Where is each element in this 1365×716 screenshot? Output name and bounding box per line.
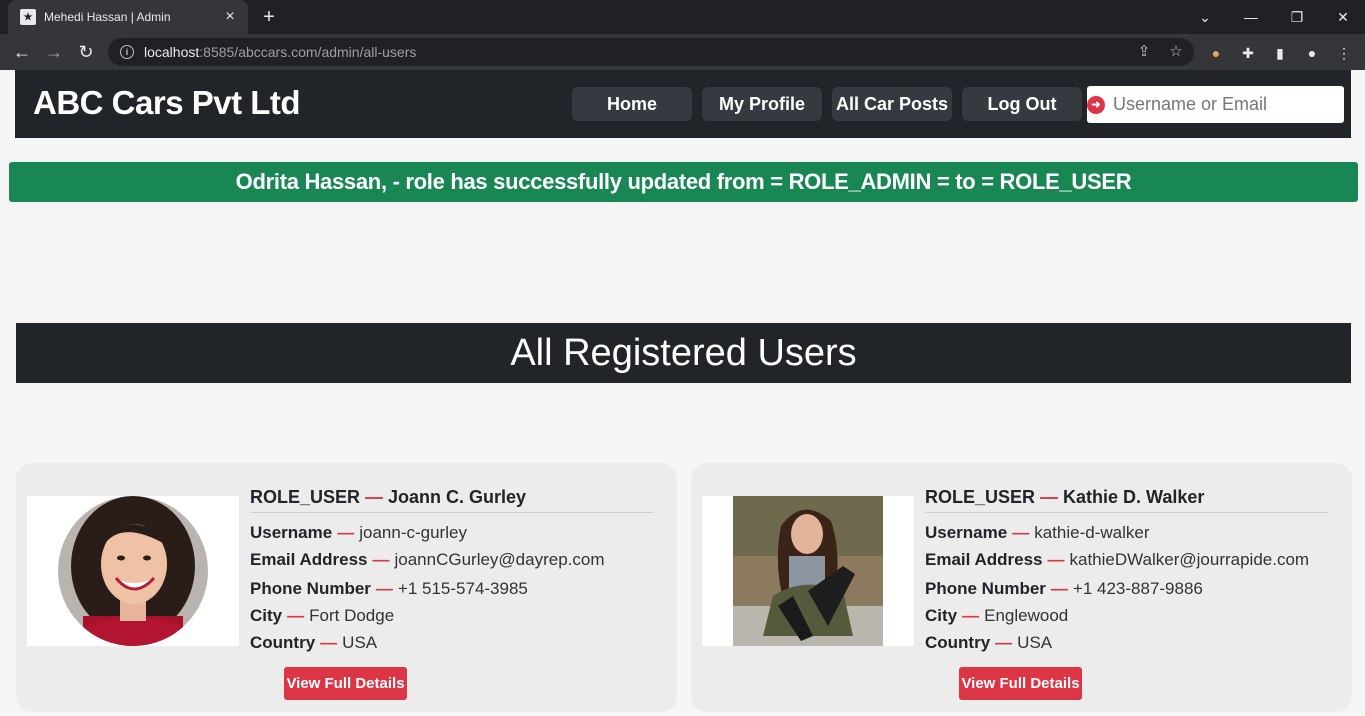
extensions-puzzle-icon[interactable]: ✚ <box>1238 44 1258 62</box>
window-close-icon[interactable]: ✕ <box>1320 0 1365 34</box>
nav-my-profile-button[interactable]: My Profile <box>702 87 822 121</box>
user-name: Kathie D. Walker <box>1063 487 1205 507</box>
address-bar[interactable]: i localhost:8585/abccars.com/admin/all-u… <box>108 38 1194 66</box>
separator-dash: — <box>337 523 355 542</box>
city-label: City <box>925 606 958 625</box>
separator-dash: — <box>1047 550 1065 569</box>
view-full-details-button[interactable]: View Full Details <box>284 667 407 700</box>
email-label: Email Address <box>250 550 368 569</box>
separator-dash: — <box>995 633 1013 652</box>
username-value: kathie-d-walker <box>1034 523 1150 542</box>
profile-avatar-icon[interactable]: ● <box>1302 44 1322 62</box>
search-box: ➜ <box>1087 86 1345 123</box>
back-icon[interactable]: ← <box>10 40 34 64</box>
nav-home-button[interactable]: Home <box>572 87 692 121</box>
separator-dash: — <box>1012 523 1030 542</box>
browser-tab-bar: ★ Mehedi Hassan | Admin × + ⌄ — ❐ ✕ <box>0 0 1365 34</box>
user-card: ROLE_USER — Joann C. Gurley Username — joann… <box>16 463 677 712</box>
separator-dash: — <box>962 606 980 625</box>
nav-all-car-posts-button[interactable]: All Car Posts <box>832 87 952 121</box>
site-favicon-icon: ★ <box>20 9 36 25</box>
user-info: ROLE_USER — Joann C. Gurley Username — joann… <box>250 483 654 653</box>
user-role: ROLE_USER <box>925 487 1036 507</box>
user-photo <box>58 496 208 646</box>
separator-dash: — <box>375 579 393 598</box>
phone-value: +1 423-887-9886 <box>1072 579 1203 598</box>
city-row: City — Fort Dodge <box>250 606 654 626</box>
country-label: Country <box>250 633 316 652</box>
user-name: Joann C. Gurley <box>388 487 527 507</box>
country-value: USA <box>1017 633 1053 652</box>
email-row: Email Address — joannCGurley@dayrep.com <box>250 550 654 570</box>
separator-dash: — <box>287 606 305 625</box>
username-row: Username — joann-c-gurley <box>250 523 654 543</box>
country-label: Country <box>925 633 991 652</box>
share-icon[interactable]: ⇪ <box>1134 42 1154 62</box>
site-header: ABC Cars Pvt Ltd Home My Profile All Car… <box>15 70 1351 138</box>
nav-log-out-button[interactable]: Log Out <box>962 87 1082 121</box>
email-value: kathieDWalker@jourrapide.com <box>1069 550 1310 569</box>
browser-tab[interactable]: ★ Mehedi Hassan | Admin × <box>8 0 248 34</box>
country-value: USA <box>342 633 378 652</box>
browser-menu-icon[interactable]: ⋮ <box>1334 44 1354 62</box>
search-input[interactable] <box>1105 87 1345 122</box>
separator-dash: — <box>372 550 390 569</box>
tab-close-icon[interactable]: × <box>222 9 238 25</box>
cookie-extension-icon[interactable]: ● <box>1206 44 1226 62</box>
phone-label: Phone Number <box>925 579 1046 598</box>
maximize-icon[interactable]: ❐ <box>1274 0 1320 34</box>
user-info: ROLE_USER — Kathie D. Walker Username — kath… <box>925 483 1329 653</box>
username-label: Username <box>250 523 333 542</box>
email-label: Email Address <box>925 550 1043 569</box>
url-path: :8585/abccars.com/admin/all-users <box>199 44 417 60</box>
reload-icon[interactable]: ↻ <box>74 40 98 64</box>
bookmark-star-icon[interactable]: ☆ <box>1166 42 1186 62</box>
url-host: localhost <box>144 44 200 60</box>
site-info-icon[interactable]: i <box>120 45 134 59</box>
browser-toolbar: ← → ↻ i localhost:8585/abccars.com/admin… <box>0 34 1365 70</box>
minimize-icon[interactable]: — <box>1228 0 1274 34</box>
email-value: joannCGurley@dayrep.com <box>394 550 605 569</box>
separator-dash: — <box>365 487 384 507</box>
success-alert: Odrita Hassan, - role has successfully u… <box>9 162 1358 202</box>
page-title: All Registered Users <box>16 323 1351 383</box>
city-value: Fort Dodge <box>309 606 395 625</box>
phone-label: Phone Number <box>250 579 371 598</box>
city-value: Englewood <box>984 606 1069 625</box>
separator-dash: — <box>320 633 338 652</box>
email-row: Email Address — kathieDWalker@jourrapide.c… <box>925 550 1329 570</box>
username-row: Username — kathie-d-walker <box>925 523 1329 543</box>
phone-row: Phone Number — +1 423-887-9886 <box>925 579 1329 599</box>
username-label: Username <box>925 523 1008 542</box>
user-heading: ROLE_USER — Kathie D. Walker <box>925 483 1329 513</box>
phone-value: +1 515-574-3985 <box>397 579 528 598</box>
view-full-details-button[interactable]: View Full Details <box>959 667 1082 700</box>
user-photo <box>733 496 883 646</box>
user-heading: ROLE_USER — Joann C. Gurley <box>250 483 654 513</box>
brand-logo[interactable]: ABC Cars Pvt Ltd <box>33 84 301 122</box>
city-label: City <box>250 606 283 625</box>
new-tab-icon[interactable]: + <box>258 6 280 28</box>
city-row: City — Englewood <box>925 606 1329 626</box>
separator-dash: — <box>1040 487 1059 507</box>
user-role: ROLE_USER <box>250 487 361 507</box>
tab-search-chevron-icon[interactable]: ⌄ <box>1182 0 1228 34</box>
separator-dash: — <box>1050 579 1068 598</box>
phone-row: Phone Number — +1 515-574-3985 <box>250 579 654 599</box>
country-row: Country — USA <box>925 633 1329 653</box>
side-panel-icon[interactable]: ▮ <box>1270 44 1290 62</box>
search-icon[interactable]: ➜ <box>1087 86 1105 123</box>
country-row: Country — USA <box>250 633 654 653</box>
tab-title: Mehedi Hassan | Admin <box>44 10 171 24</box>
user-card: ROLE_USER — Kathie D. Walker Username — kath… <box>691 463 1352 712</box>
forward-icon[interactable]: → <box>42 40 66 64</box>
username-value: joann-c-gurley <box>359 523 467 542</box>
user-photo-frame <box>27 496 239 646</box>
user-photo-frame <box>702 496 914 646</box>
